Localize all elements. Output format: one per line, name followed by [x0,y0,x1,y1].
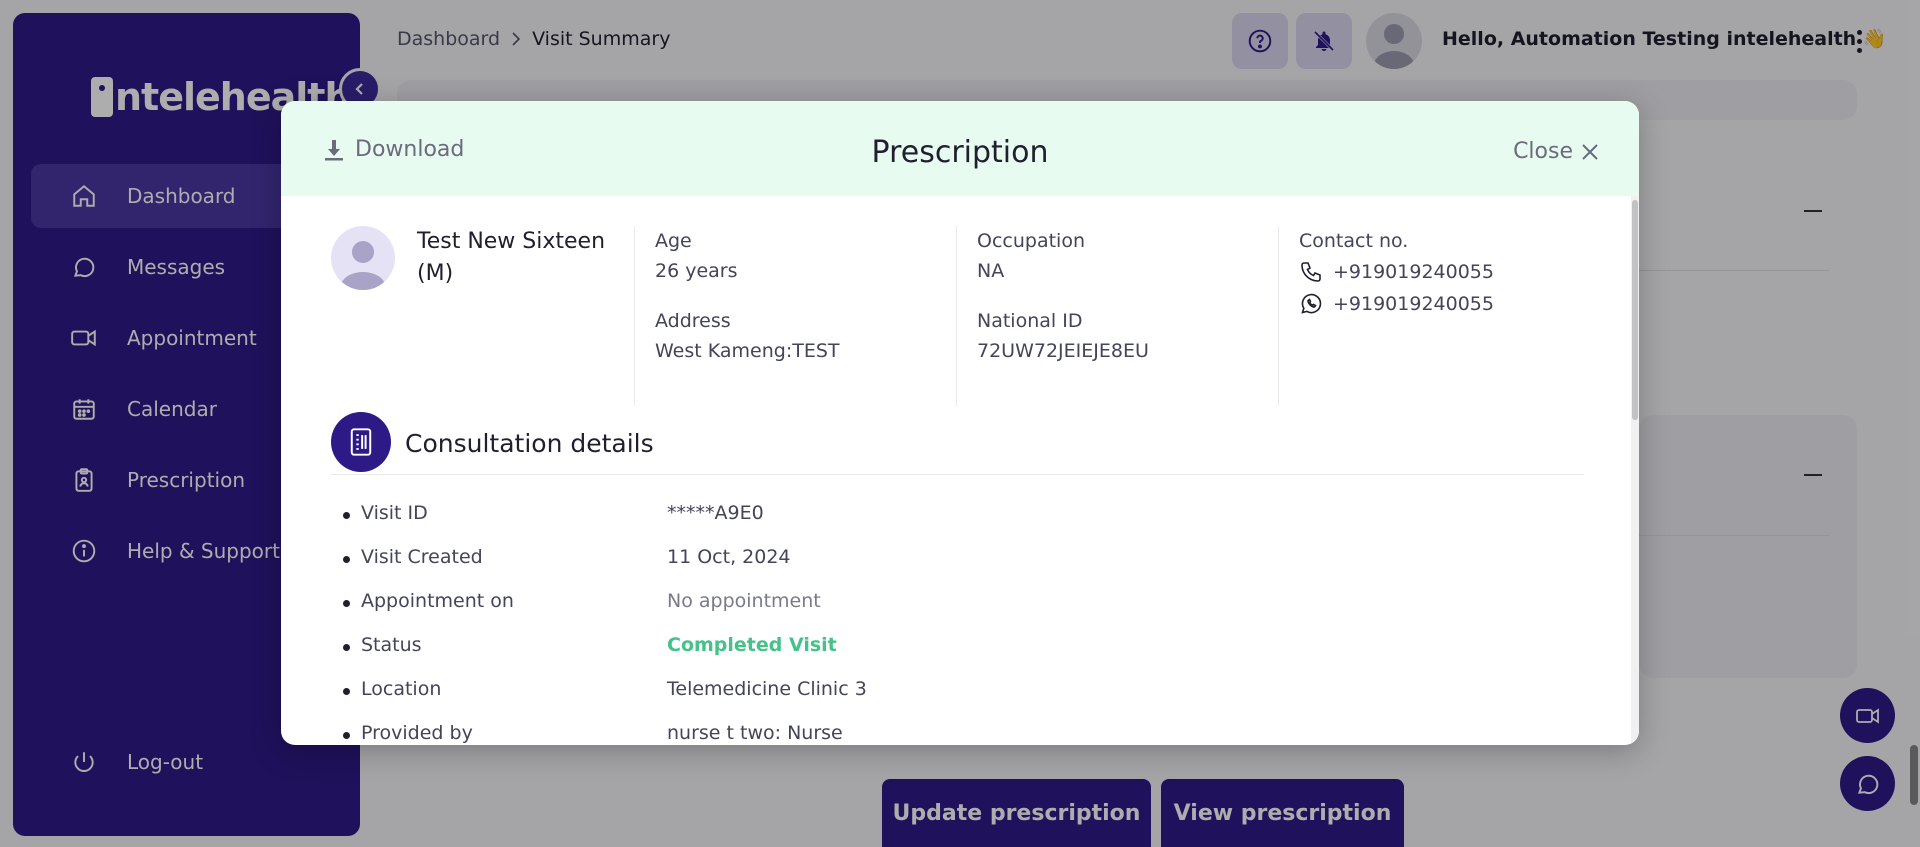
phone-value: +919019240055 [1333,261,1494,283]
detail-value: nurse t two: Nurse [667,722,843,744]
patient-name: Test New Sixteen (M) [417,229,606,286]
patient-avatar [331,226,395,290]
address-value: West Kameng:TEST [655,340,840,362]
detail-key: Status [361,634,422,656]
modal-header: Download Prescription Close [281,101,1639,196]
age-value: 26 years [655,260,738,282]
close-label: Close [1513,139,1573,164]
detail-value: 11 Oct, 2024 [667,546,791,568]
whatsapp-number-row[interactable]: +919019240055 [1299,288,1578,320]
detail-value: Telemedicine Clinic 3 [667,678,867,700]
whatsapp-icon [1301,293,1322,314]
phone-number-row[interactable]: +919019240055 [1299,256,1578,288]
detail-key: Provided by [361,722,473,744]
detail-value: No appointment [667,590,821,612]
occupation-value: NA [977,260,1005,282]
detail-key: Visit ID [361,502,428,524]
detail-key: Visit Created [361,546,483,568]
patient-occupation-id: Occupation NA National ID 72UW72JEIEJE8E… [956,226,1279,406]
patient-contact: Contact no. +919019240055 +919019240055 [1278,226,1578,406]
page-scrollbar[interactable] [1910,745,1918,805]
patient-age-address: Age 26 years Address West Kameng:TEST [634,226,959,406]
document-icon [331,411,391,472]
detail-key: Location [361,678,442,700]
section-title: Consultation details [405,429,654,458]
whatsapp-value: +919019240055 [1333,293,1494,315]
modal-body: Test New Sixteen (M) Age 26 years Addres… [281,196,1631,745]
prescription-modal: Download Prescription Close Test New Six… [281,101,1639,745]
modal-title: Prescription [871,135,1049,170]
occupation-label: Occupation [977,230,1085,252]
national-id-value: 72UW72JEIEJE8EU [977,340,1149,362]
age-label: Age [655,230,692,252]
contact-label: Contact no. [1299,230,1409,252]
phone-icon [1301,262,1321,282]
address-label: Address [655,310,731,332]
close-icon [1582,143,1598,160]
status-value: Completed Visit [667,634,837,656]
close-button[interactable]: Close [1513,139,1599,164]
detail-key: Appointment on [361,590,514,612]
national-id-label: National ID [977,310,1083,332]
patient-info: Test New Sixteen (M) [331,226,617,290]
detail-value: *****A9E0 [667,502,764,524]
consultation-details-header: Consultation details [331,411,1584,475]
modal-scrollbar[interactable] [1631,196,1639,745]
user-icon [341,241,385,290]
